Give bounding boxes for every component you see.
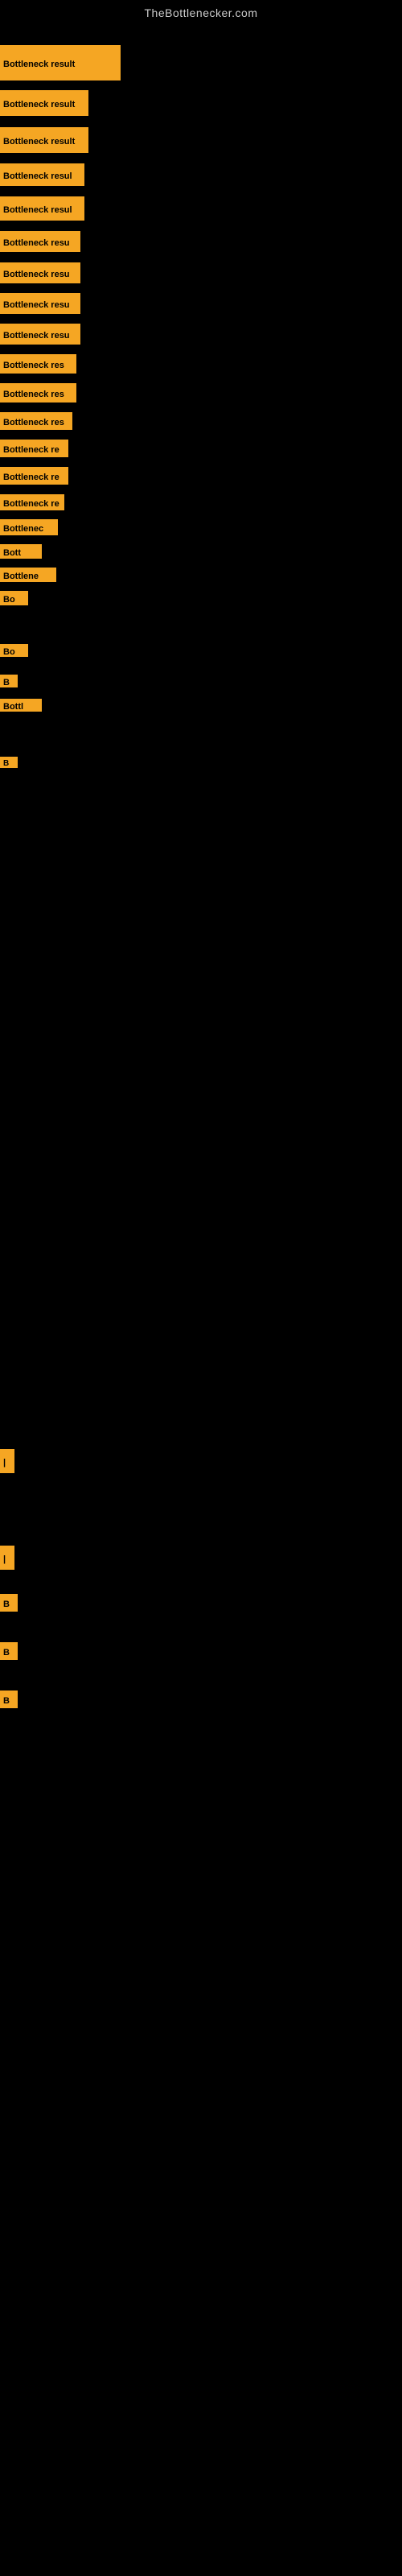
- bottleneck-result-item: B: [0, 1690, 18, 1708]
- bottleneck-result-item: Bo: [0, 644, 28, 657]
- bottleneck-result-item: Bottleneck resul: [0, 163, 84, 186]
- bottleneck-result-item: Bottleneck res: [0, 383, 76, 402]
- bottleneck-result-item: Bott: [0, 544, 42, 559]
- bottleneck-result-item: |: [0, 1449, 14, 1473]
- bottleneck-result-item: Bottlenec: [0, 519, 58, 535]
- bottleneck-result-item: Bottleneck re: [0, 494, 64, 510]
- bottleneck-result-item: B: [0, 1642, 18, 1660]
- bottleneck-result-item: Bottleneck re: [0, 467, 68, 485]
- bottleneck-result-item: Bottleneck result: [0, 90, 88, 116]
- bottleneck-result-item: Bottleneck resu: [0, 293, 80, 314]
- bottleneck-result-item: Bottleneck resul: [0, 196, 84, 221]
- bottleneck-result-item: Bottleneck res: [0, 412, 72, 430]
- bottleneck-result-item: Bottleneck res: [0, 354, 76, 374]
- bottleneck-result-item: Bottleneck resu: [0, 231, 80, 252]
- bottleneck-result-item: Bottleneck re: [0, 440, 68, 457]
- bottleneck-result-item: Bottleneck result: [0, 127, 88, 153]
- bottleneck-result-item: Bo: [0, 591, 28, 605]
- site-title: TheBottlenecker.com: [0, 0, 402, 23]
- bottleneck-result-item: Bottleneck resu: [0, 324, 80, 345]
- bottleneck-result-item: B: [0, 757, 18, 768]
- bottleneck-result-item: Bottlene: [0, 568, 56, 582]
- bottleneck-result-item: Bottleneck resu: [0, 262, 80, 283]
- bottleneck-result-item: Bottleneck result: [0, 45, 121, 80]
- bottleneck-result-item: B: [0, 675, 18, 687]
- bottleneck-result-item: B: [0, 1594, 18, 1612]
- bottleneck-result-item: Bottl: [0, 699, 42, 712]
- bottleneck-result-item: |: [0, 1546, 14, 1570]
